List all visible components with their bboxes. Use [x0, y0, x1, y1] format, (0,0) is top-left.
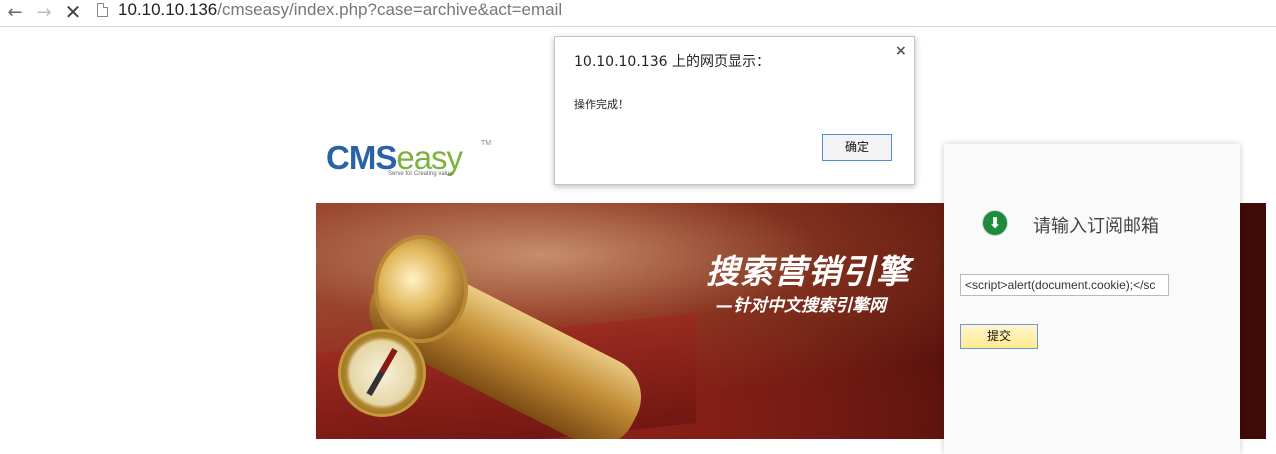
subscribe-title: 请输入订阅邮箱 [1033, 216, 1159, 237]
address-bar[interactable]: 10.10.10.136/cmseasy/index.php?case=arch… [118, 0, 562, 22]
subscribe-submit-button[interactable]: 提交 [960, 324, 1038, 349]
dialog-title: 10.10.10.136 上的网页显示： [574, 54, 770, 70]
banner-title: 搜索营销引擎 [706, 252, 910, 291]
url-host: 10.10.10.136 [118, 0, 218, 19]
page-icon [97, 3, 108, 17]
forward-arrow-icon[interactable]: → [33, 1, 55, 23]
logo-cms-text: CMS [326, 139, 397, 176]
banner-subtitle: —针对中文搜索引擎网 [716, 296, 886, 316]
cmseasy-logo[interactable]: CMSeasy TM Serve for Creating value [326, 140, 496, 182]
ok-button[interactable]: 确定 [822, 134, 892, 161]
back-arrow-icon[interactable]: ← [4, 1, 26, 23]
telescope-lens-image [374, 235, 468, 343]
compass-image [338, 329, 426, 417]
download-arrow-icon: ⬇ [982, 210, 1008, 236]
subscribe-panel: ⬇ 请输入订阅邮箱 <script>alert(document.cookie)… [944, 144, 1240, 454]
logo-tagline: Serve for Creating value [388, 171, 453, 177]
browser-toolbar: ← → ✕ 10.10.10.136/cmseasy/index.php?cas… [0, 0, 1276, 27]
subscribe-email-input[interactable]: <script>alert(document.cookie);</sc [960, 274, 1169, 296]
stop-loading-icon[interactable]: ✕ [62, 0, 84, 24]
alert-dialog: 10.10.10.136 上的网页显示： × 操作完成！ 确定 [554, 36, 915, 185]
close-icon[interactable]: × [895, 43, 907, 59]
url-path: /cmseasy/index.php?case=archive&act=emai… [217, 0, 563, 19]
compass-needle [366, 347, 398, 397]
logo-trademark: TM [481, 140, 492, 147]
dialog-message: 操作完成！ [574, 98, 629, 111]
